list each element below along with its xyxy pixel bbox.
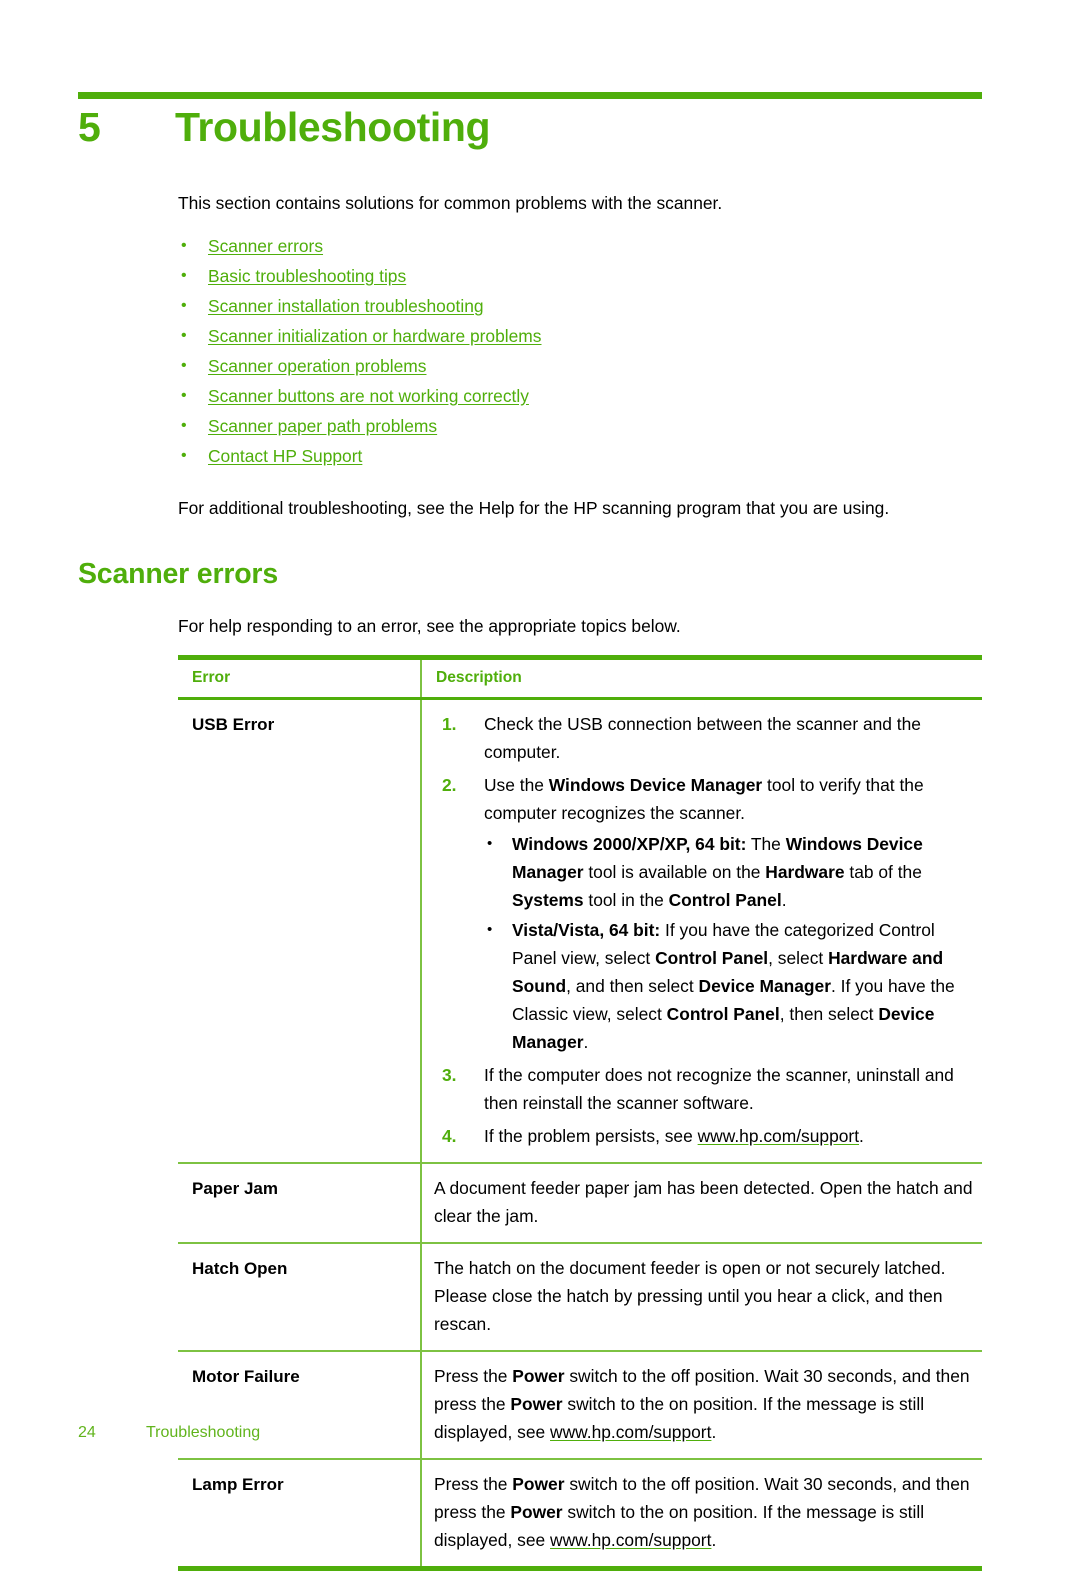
step-1-text: Check the USB connection between the sca… xyxy=(484,714,921,762)
error-description-paper-jam: A document feeder paper jam has been det… xyxy=(420,1163,982,1244)
motor-bold-power-2: Power xyxy=(510,1394,563,1414)
lamp-p1: Press the xyxy=(434,1474,513,1494)
intro-paragraph: This section contains solutions for comm… xyxy=(178,193,723,213)
table-row: USB Error Check the USB connection betwe… xyxy=(178,698,982,1164)
section-lead-paragraph: For help responding to an error, see the… xyxy=(178,616,681,636)
page-footer: 24 Troubleshooting xyxy=(78,1424,982,1442)
table-row: Hatch Open The hatch on the document fee… xyxy=(178,1243,982,1352)
substep-2-b4: Control Panel xyxy=(666,1004,780,1024)
support-url-link[interactable]: www.hp.com/support xyxy=(550,1530,711,1550)
list-item[interactable]: Scanner paper path problems xyxy=(178,411,982,441)
topic-link-contact-hp-support[interactable]: Contact HP Support xyxy=(208,446,362,466)
chapter-number: 5 xyxy=(78,104,101,150)
substep-2-b3: Device Manager xyxy=(698,976,831,996)
section-heading-scanner-errors: Scanner errors xyxy=(78,558,278,590)
topic-link-scanner-errors[interactable]: Scanner errors xyxy=(208,236,323,256)
substep-1-plain1: The xyxy=(746,834,786,854)
step-4-text-before: If the problem persists, see xyxy=(484,1126,698,1146)
lamp-p4: . xyxy=(711,1530,717,1550)
list-item[interactable]: Scanner installation troubleshooting xyxy=(178,291,982,321)
list-item[interactable]: Scanner buttons are not working correctl… xyxy=(178,381,982,411)
substep-1-b4: Control Panel xyxy=(668,890,782,910)
table-row: Paper Jam A document feeder paper jam ha… xyxy=(178,1163,982,1244)
topic-link-scanner-buttons-not-working[interactable]: Scanner buttons are not working correctl… xyxy=(208,386,529,406)
motor-p1: Press the xyxy=(434,1366,513,1386)
support-url-link[interactable]: www.hp.com/support xyxy=(698,1126,859,1146)
step-2-bold-device-manager: Windows Device Manager xyxy=(548,775,763,795)
substep-1-lead-bold: Windows 2000/XP/XP, 64 bit: xyxy=(512,834,747,854)
document-page: 5 Troubleshooting This section contains … xyxy=(0,0,1080,1571)
step-2-text-before: Use the xyxy=(484,775,549,795)
substep-1-plain2: tool is available on the xyxy=(583,862,766,882)
usb-error-substep-list: Windows 2000/XP/XP, 64 bit: The Windows … xyxy=(484,830,976,1056)
substep-2-lead-bold: Vista/Vista, 64 bit: xyxy=(512,920,661,940)
error-name-motor-failure: Motor Failure xyxy=(178,1351,421,1460)
list-item: Vista/Vista, 64 bit: If you have the cat… xyxy=(484,916,976,1056)
list-item[interactable]: Scanner errors xyxy=(178,231,982,261)
list-item[interactable]: Contact HP Support xyxy=(178,441,982,471)
topic-link-scanner-operation-problems[interactable]: Scanner operation problems xyxy=(208,356,426,376)
substep-1-b2: Hardware xyxy=(765,862,845,882)
additional-troubleshooting-paragraph: For additional troubleshooting, see the … xyxy=(178,498,890,518)
table-row: Lamp Error Press the Power switch to the… xyxy=(178,1459,982,1571)
table-row: Motor Failure Press the Power switch to … xyxy=(178,1351,982,1460)
motor-bold-power-1: Power xyxy=(512,1366,565,1386)
table-header-row: Error Description xyxy=(178,655,982,700)
lamp-bold-power-1: Power xyxy=(512,1474,565,1494)
topic-link-scanner-installation-troubleshooting[interactable]: Scanner installation troubleshooting xyxy=(208,296,484,316)
error-description-hatch-open: The hatch on the document feeder is open… xyxy=(420,1243,982,1352)
page-title: Troubleshooting xyxy=(175,104,491,150)
substep-2-plain2: , select xyxy=(768,948,829,968)
error-name-lamp-error: Lamp Error xyxy=(178,1459,421,1571)
error-name-paper-jam: Paper Jam xyxy=(178,1163,421,1244)
step-4-text-after: . xyxy=(859,1126,864,1146)
list-item[interactable]: Scanner initialization or hardware probl… xyxy=(178,321,982,351)
footer-chapter-label: Troubleshooting xyxy=(146,1424,261,1441)
substep-2-b1: Control Panel xyxy=(655,948,769,968)
list-item: Windows 2000/XP/XP, 64 bit: The Windows … xyxy=(484,830,976,914)
substep-1-plain4: tool in the xyxy=(583,890,669,910)
list-item[interactable]: Scanner operation problems xyxy=(178,351,982,381)
intro-content: This section contains solutions for comm… xyxy=(178,188,982,523)
error-description-lamp-error: Press the Power switch to the off positi… xyxy=(420,1459,982,1571)
footer-page-number: 24 xyxy=(78,1424,96,1441)
list-item: Use the Windows Device Manager tool to v… xyxy=(434,771,976,1056)
list-item[interactable]: Basic troubleshooting tips xyxy=(178,261,982,291)
topic-link-list: Scanner errors Basic troubleshooting tip… xyxy=(178,231,982,471)
substep-1-plain5: . xyxy=(781,890,787,910)
topic-link-scanner-paper-path-problems[interactable]: Scanner paper path problems xyxy=(208,416,437,436)
lamp-bold-power-2: Power xyxy=(510,1502,563,1522)
substep-2-plain6: . xyxy=(583,1032,589,1052)
column-header-description: Description xyxy=(420,655,982,700)
error-name-usb-error: USB Error xyxy=(178,698,421,1164)
substep-2-plain3: , and then select xyxy=(566,976,699,996)
topic-link-basic-troubleshooting-tips[interactable]: Basic troubleshooting tips xyxy=(208,266,406,286)
substep-1-b3: Systems xyxy=(512,890,584,910)
error-description-usb-error: Check the USB connection between the sca… xyxy=(420,698,982,1164)
step-3-text: If the computer does not recognize the s… xyxy=(484,1065,954,1113)
column-header-error: Error xyxy=(178,655,421,700)
chapter-header: 5 Troubleshooting xyxy=(78,104,982,151)
list-item: Check the USB connection between the sca… xyxy=(434,710,976,766)
usb-error-step-list: Check the USB connection between the sca… xyxy=(434,710,976,1150)
substep-2-plain5: , then select xyxy=(779,1004,879,1024)
list-item: If the computer does not recognize the s… xyxy=(434,1061,976,1117)
error-name-hatch-open: Hatch Open xyxy=(178,1243,421,1352)
substep-1-plain3: tab of the xyxy=(844,862,922,882)
list-item: If the problem persists, see www.hp.com/… xyxy=(434,1122,976,1150)
error-description-motor-failure: Press the Power switch to the off positi… xyxy=(420,1351,982,1460)
chapter-top-rule xyxy=(78,92,982,99)
topic-link-scanner-initialization-or-hardware-problems[interactable]: Scanner initialization or hardware probl… xyxy=(208,326,542,346)
